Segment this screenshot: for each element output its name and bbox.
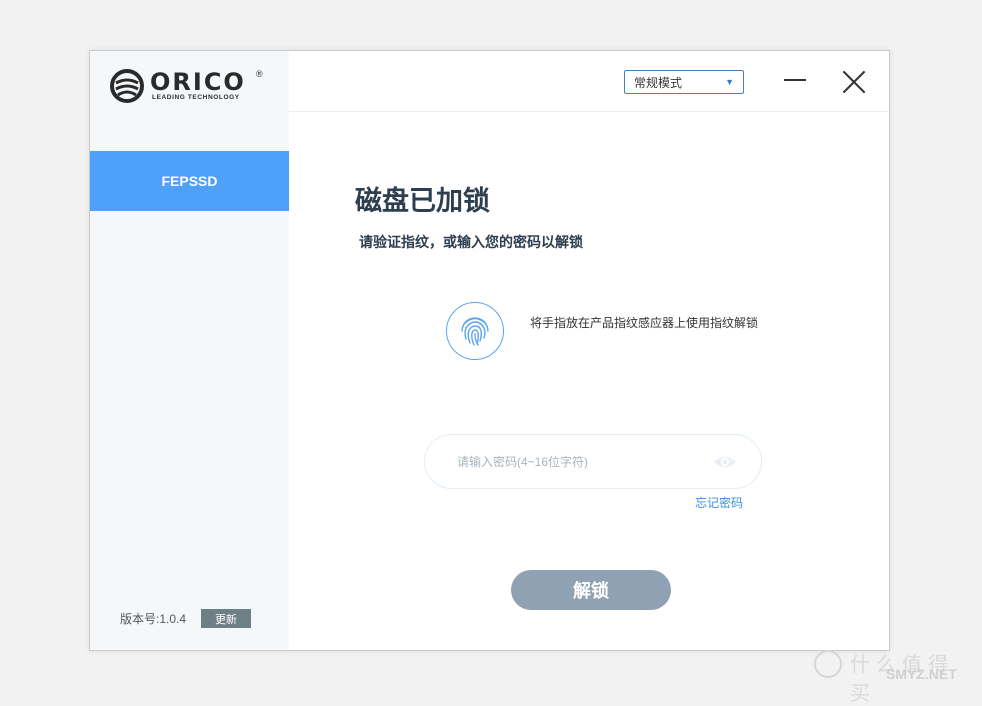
- forgot-password-link[interactable]: 忘记密码: [695, 494, 743, 511]
- watermark: 什么值得买 SMYZ.NET: [814, 648, 974, 705]
- update-button[interactable]: 更新: [201, 609, 252, 628]
- chevron-down-icon: ▼: [725, 77, 734, 87]
- fingerprint-button[interactable]: [446, 302, 504, 360]
- eye-icon[interactable]: [713, 454, 737, 470]
- topbar-divider: [289, 111, 889, 112]
- sidebar-item-fepssd[interactable]: FEPSSD: [90, 151, 289, 211]
- fingerprint-icon: [461, 317, 489, 346]
- orico-logo-icon: [110, 69, 144, 103]
- sidebar-item-label: FEPSSD: [161, 173, 218, 189]
- watermark-logo-icon: [814, 650, 842, 678]
- mode-select[interactable]: 常规模式 ▼: [624, 70, 744, 94]
- fingerprint-hint: 将手指放在产品指纹感应器上使用指纹解锁: [530, 316, 759, 330]
- version-label: 版本号:1.0.4: [120, 612, 187, 626]
- app-window: ORICO ® LEADING TECHNOLOGY FEPSSD 版本号:1.…: [89, 50, 890, 651]
- minimize-button[interactable]: [784, 79, 806, 81]
- unlock-button[interactable]: 解锁: [511, 570, 671, 610]
- brand-tagline: LEADING TECHNOLOGY: [152, 94, 240, 101]
- watermark-bottom-text: SMYZ.NET: [886, 666, 957, 682]
- orico-logo: ORICO ® LEADING TECHNOLOGY: [110, 69, 270, 105]
- page-title: 磁盘已加锁: [355, 186, 490, 217]
- sidebar: ORICO ® LEADING TECHNOLOGY FEPSSD 版本号:1.…: [90, 51, 289, 650]
- password-field[interactable]: [424, 434, 762, 489]
- mode-select-value: 常规模式: [634, 75, 683, 90]
- password-input[interactable]: [457, 452, 697, 472]
- page-subtitle: 请验证指纹，或输入您的密码以解锁: [359, 235, 583, 251]
- brand-registered-mark: ®: [256, 69, 263, 79]
- close-button[interactable]: [842, 70, 866, 94]
- brand-name: ORICO: [150, 68, 246, 96]
- version-row: 版本号:1.0.4 更新: [120, 609, 252, 628]
